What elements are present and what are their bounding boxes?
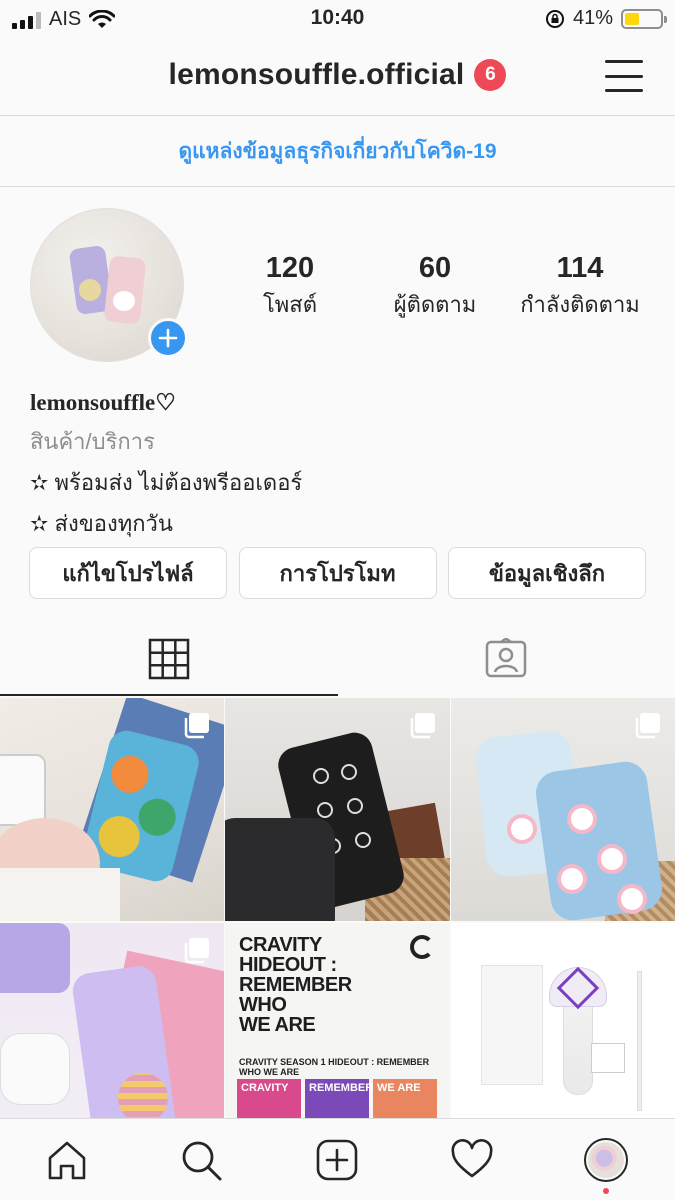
nav-search[interactable] bbox=[178, 1137, 224, 1183]
profile-tabs bbox=[0, 622, 675, 696]
profile-actions: แก้ไขโปรไฟล์ การโปรโมท ข้อมูลเชิงลึก bbox=[29, 547, 646, 599]
activity-heart-icon bbox=[451, 1139, 493, 1178]
post-subtitle: CRAVITY SEASON 1 HIDEOUT : REMEMBER WHO … bbox=[239, 1057, 430, 1077]
hamburger-menu-icon[interactable] bbox=[605, 60, 643, 92]
profile-header: lemonsouffle.official 6 bbox=[0, 38, 675, 116]
post-thumbnail[interactable] bbox=[0, 923, 224, 1146]
tab-tagged[interactable] bbox=[338, 622, 675, 696]
display-name: lemonsouffle♡ bbox=[30, 390, 176, 415]
carousel-icon bbox=[184, 938, 209, 964]
covid-resources-link[interactable]: ดูแหล่งข้อมูลธุรกิจเกี่ยวกับโควิด-19 bbox=[178, 135, 496, 168]
post-grid: CRAVITY HIDEOUT : REMEMBER WHO WE ARE CR… bbox=[0, 698, 675, 1146]
stat-following-label: กำลังติดตาม bbox=[520, 292, 640, 317]
new-post-icon bbox=[316, 1139, 358, 1181]
header-username[interactable]: lemonsouffle.official bbox=[169, 58, 465, 92]
notification-dot bbox=[603, 1188, 609, 1194]
nav-profile[interactable] bbox=[583, 1137, 629, 1183]
stat-following[interactable]: 114 กำลังติดตาม bbox=[510, 252, 650, 322]
bottom-nav bbox=[0, 1118, 675, 1200]
nav-new-post[interactable] bbox=[314, 1137, 360, 1183]
profile-bio: lemonsouffle♡ สินค้า/บริการ ✫ พร้อมส่ง ไ… bbox=[30, 390, 650, 541]
business-category: สินค้า/บริการ bbox=[30, 429, 155, 454]
tagged-icon bbox=[486, 638, 527, 678]
brand-logo-icon bbox=[410, 935, 434, 959]
promotions-button[interactable]: การโปรโมท bbox=[238, 547, 437, 599]
battery-icon bbox=[621, 8, 667, 29]
tab-grid[interactable] bbox=[0, 622, 338, 696]
carousel-icon bbox=[635, 713, 660, 739]
stat-following-count: 114 bbox=[556, 252, 604, 284]
stat-followers-count: 60 bbox=[418, 252, 452, 284]
carousel-icon bbox=[410, 713, 435, 739]
account-switcher[interactable]: lemonsouffle.official 6 bbox=[0, 58, 675, 92]
stat-posts[interactable]: 120 โพสต์ bbox=[220, 252, 360, 322]
edit-profile-button[interactable]: แก้ไขโปรไฟล์ bbox=[29, 547, 227, 599]
post-thumbnail[interactable]: CRAVITY HIDEOUT : REMEMBER WHO WE ARE CR… bbox=[225, 923, 450, 1146]
profile-stats: 120 โพสต์ 60 ผู้ติดตาม 114 กำลังติดตาม bbox=[220, 252, 650, 322]
notification-badge[interactable]: 6 bbox=[474, 59, 507, 91]
profile-avatar-small bbox=[584, 1138, 628, 1182]
post-thumbnail[interactable] bbox=[225, 698, 450, 921]
profile-avatar-wrap[interactable] bbox=[30, 208, 188, 362]
bio-line: ✫ พร้อมส่ง ไม่ต้องพรีออเดอร์ bbox=[30, 470, 303, 495]
search-icon bbox=[182, 1141, 222, 1181]
status-bar: AIS 10:40 41% bbox=[0, 0, 675, 38]
post-thumbnail[interactable] bbox=[451, 923, 675, 1146]
stat-followers-label: ผู้ติดตาม bbox=[393, 292, 477, 317]
post-title-text: CRAVITY HIDEOUT : REMEMBER WHO WE ARE bbox=[239, 934, 352, 1036]
insights-button[interactable]: ข้อมูลเชิงลึก bbox=[448, 547, 646, 599]
stat-posts-count: 120 bbox=[265, 252, 315, 284]
plus-icon bbox=[158, 328, 178, 348]
grid-icon bbox=[148, 638, 189, 680]
status-right: 41% bbox=[545, 7, 667, 30]
home-icon bbox=[48, 1141, 86, 1180]
add-story-button[interactable] bbox=[148, 318, 188, 358]
battery-percent: 41% bbox=[572, 7, 613, 29]
post-thumbnail[interactable] bbox=[451, 698, 675, 921]
stat-posts-label: โพสต์ bbox=[262, 292, 318, 317]
nav-home[interactable] bbox=[44, 1137, 90, 1183]
post-thumbnail[interactable] bbox=[0, 698, 224, 921]
bio-line: ✫ ส่งของทุกวัน bbox=[30, 511, 173, 536]
stat-followers[interactable]: 60 ผู้ติดตาม bbox=[365, 252, 505, 322]
orientation-lock-icon bbox=[545, 9, 564, 28]
nav-activity[interactable] bbox=[449, 1137, 495, 1183]
carousel-icon bbox=[184, 713, 209, 739]
covid-banner: ดูแหล่งข้อมูลธุรกิจเกี่ยวกับโควิด-19 bbox=[0, 117, 675, 187]
